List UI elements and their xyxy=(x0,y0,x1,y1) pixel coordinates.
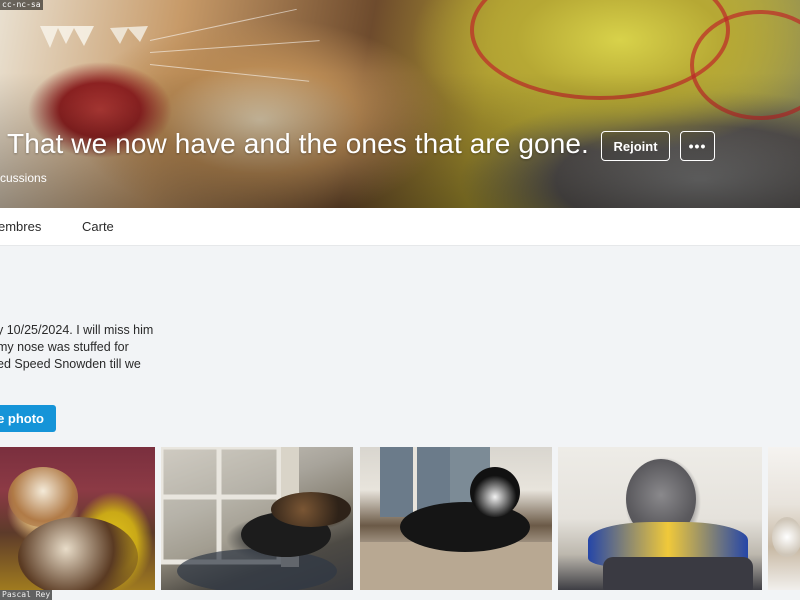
group-tab-bar: embres Carte xyxy=(0,208,800,246)
photo-thumbnail[interactable] xyxy=(0,447,155,590)
more-options-button[interactable]: ••• xyxy=(680,131,715,161)
cat-figure xyxy=(603,557,753,590)
photo-thumbnail[interactable] xyxy=(161,447,353,590)
license-watermark: cc-nc-sa xyxy=(0,0,43,10)
photo-thumbnail[interactable] xyxy=(360,447,552,590)
cat-figure xyxy=(271,492,351,527)
more-horizontal-icon: ••• xyxy=(688,138,707,154)
cat-figure xyxy=(772,517,800,557)
rejoin-button[interactable]: Rejoint xyxy=(601,131,670,161)
tab-members[interactable]: embres xyxy=(0,219,41,234)
photo-thumbnail[interactable] xyxy=(768,447,800,590)
description-line: y 10/25/2024. I will miss him xyxy=(0,323,154,337)
group-description: y 10/25/2024. I will miss him my nose wa… xyxy=(0,322,167,373)
group-banner: That we now have and the ones that are g… xyxy=(0,0,800,208)
cat-figure xyxy=(18,517,138,590)
photo-credit-watermark: Pascal Rey xyxy=(0,590,53,600)
description-line: my nose was stuffed for xyxy=(0,340,129,354)
cat-figure xyxy=(470,467,520,517)
banner-shade xyxy=(0,0,800,208)
add-photo-button[interactable]: e photo xyxy=(0,405,56,432)
photo-thumbnail[interactable] xyxy=(558,447,762,590)
tab-map[interactable]: Carte xyxy=(82,219,114,234)
description-line: ed Speed Snowden till we xyxy=(0,357,141,371)
group-title: That we now have and the ones that are g… xyxy=(7,128,589,159)
group-subtitle[interactable]: cussions xyxy=(0,171,47,185)
